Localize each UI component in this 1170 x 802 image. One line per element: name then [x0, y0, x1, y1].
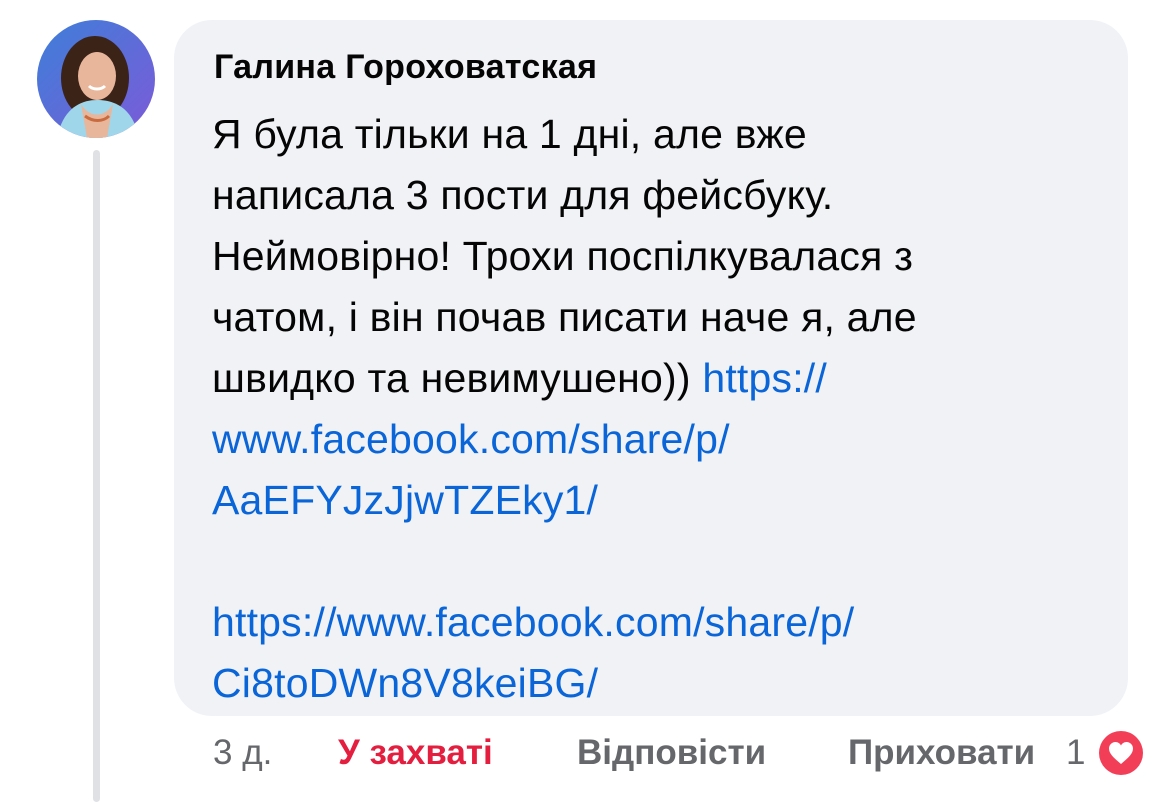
comment-actions: 3 д. У захваті Відповісти Приховати 1 — [0, 733, 1170, 777]
comment-text-line: написала 3 пости для фейсбуку. — [212, 172, 834, 218]
avatar[interactable] — [37, 20, 155, 138]
comment-timestamp[interactable]: 3 д. — [213, 733, 272, 773]
link-line[interactable]: https:// — [702, 355, 827, 401]
link-line[interactable]: www.facebook.com/share/p/ — [212, 416, 730, 462]
comment-text-line: Неймовірно! Трохи поспілкувалася з — [212, 233, 914, 279]
hide-button[interactable]: Приховати — [848, 733, 1035, 773]
love-heart-icon-graphic — [1099, 731, 1143, 775]
comment-text-line: швидко та невимушено)) — [212, 355, 703, 401]
comment-text-line: Я була тільки на 1 дні, але вже — [212, 111, 807, 157]
link-line[interactable]: AaEFYJzJjwTZEky1/ — [212, 477, 598, 523]
love-heart-icon[interactable] — [1097, 729, 1145, 777]
thread-connector-line — [93, 150, 100, 802]
comment-bubble: Галина Гороховатская Я була тільки на 1 … — [174, 20, 1128, 716]
comment-text: Я була тільки на 1 дні, але вже написала… — [212, 104, 1112, 714]
reaction-count[interactable]: 1 — [1066, 733, 1085, 773]
reply-button[interactable]: Відповісти — [577, 733, 766, 773]
comment-thread: Галина Гороховатская Я була тільки на 1 … — [0, 0, 1170, 802]
link-line[interactable]: Ci8toDWn8V8keiBG/ — [212, 660, 598, 706]
facebook-share-link-2[interactable]: https://www.facebook.com/share/p/Ci8toDW… — [212, 599, 854, 706]
comment-text-line: чатом, і він почав писати наче я, але — [212, 294, 917, 340]
reaction-button[interactable]: У захваті — [338, 733, 493, 773]
comment-author-name[interactable]: Галина Гороховатская — [214, 48, 597, 87]
user-avatar-icon — [37, 20, 155, 138]
link-line[interactable]: https://www.facebook.com/share/p/ — [212, 599, 854, 645]
